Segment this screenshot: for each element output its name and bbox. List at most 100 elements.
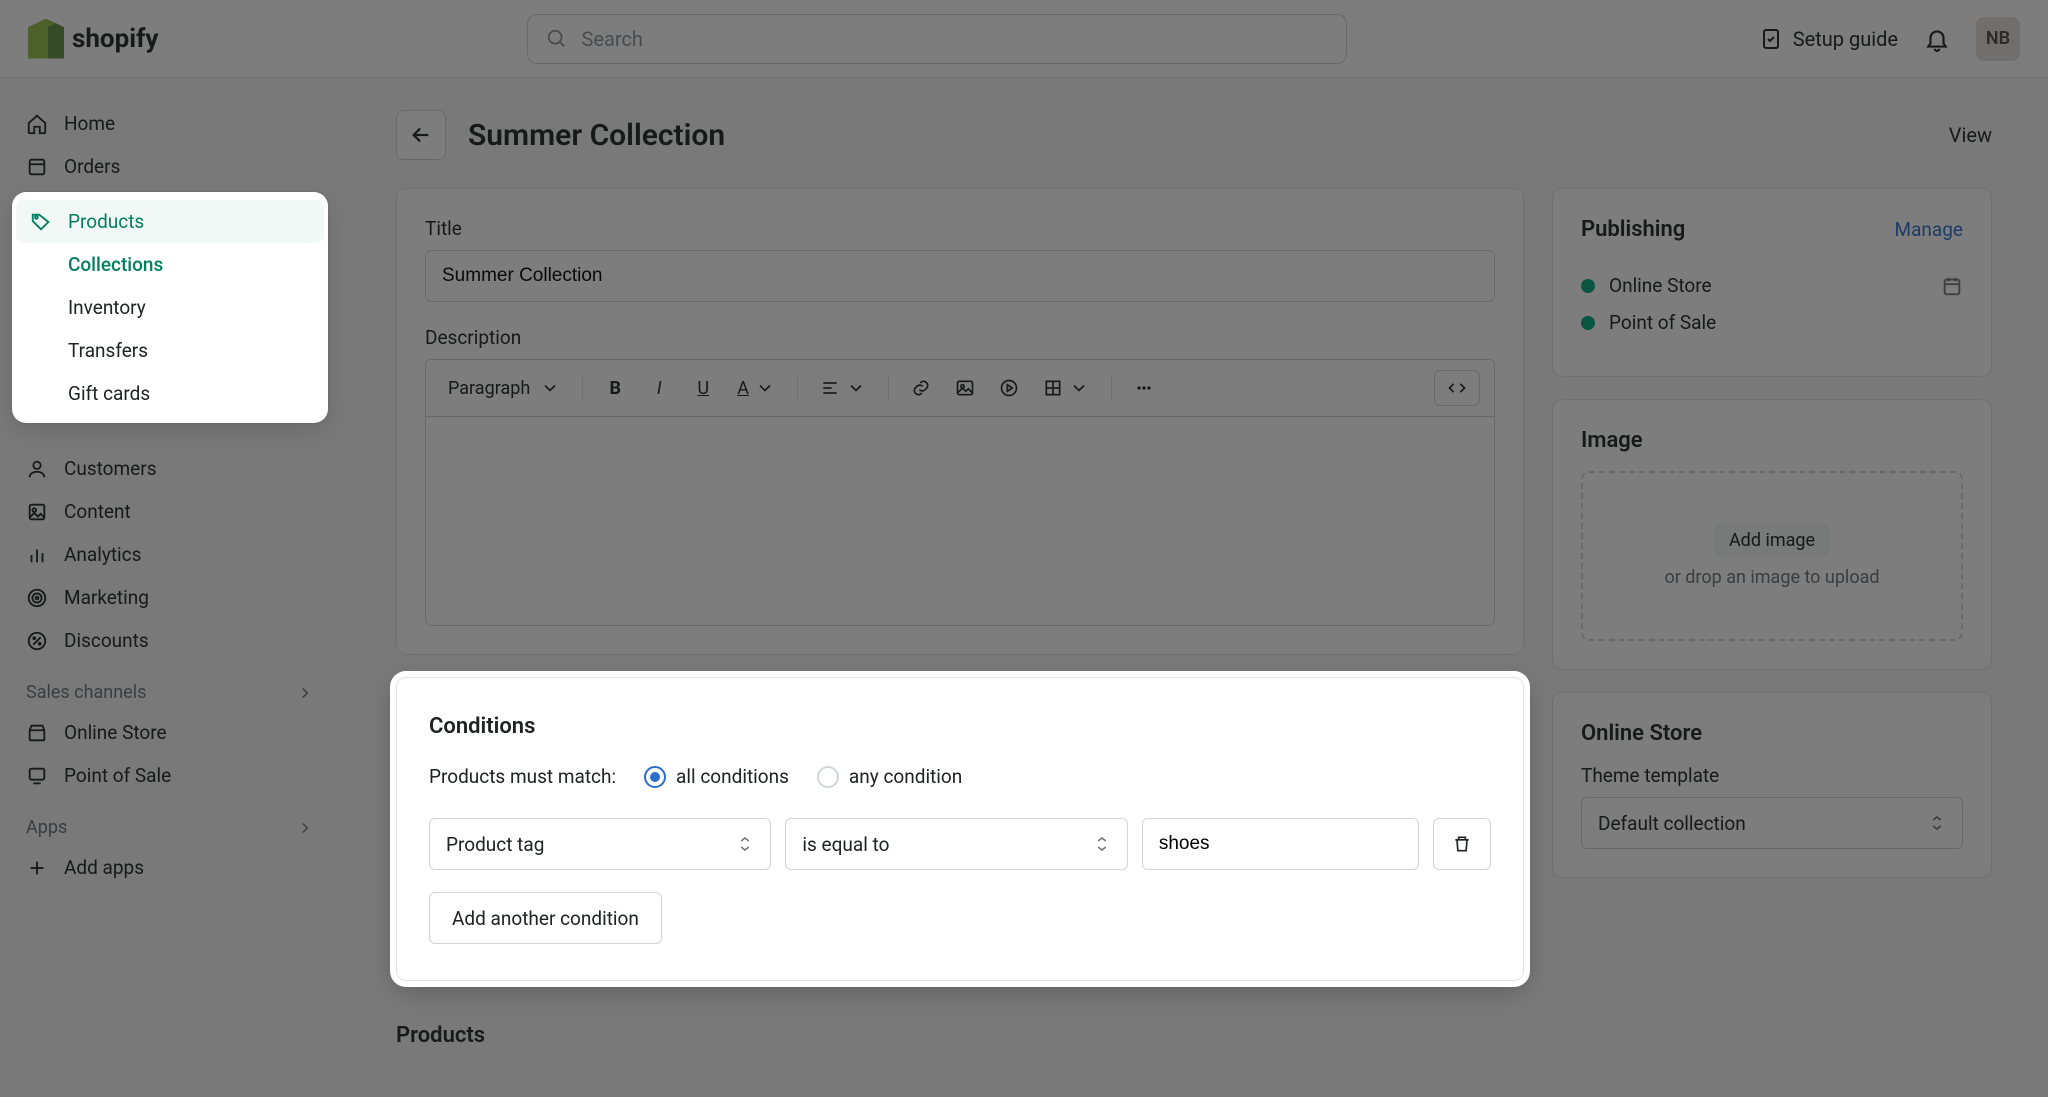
- rte-video[interactable]: [991, 370, 1027, 406]
- rte-italic[interactable]: I: [641, 370, 677, 406]
- condition-rule-row: Product tag is equal to: [429, 818, 1491, 870]
- orders-icon: [26, 156, 48, 178]
- image-dropzone[interactable]: Add image or drop an image to upload: [1581, 471, 1963, 641]
- theme-template-select[interactable]: Default collection: [1581, 797, 1963, 849]
- rte-bold[interactable]: B: [597, 370, 633, 406]
- shopify-logo-icon: [28, 19, 64, 59]
- rte-more[interactable]: [1126, 370, 1162, 406]
- sidebar-item-collections[interactable]: Collections: [16, 243, 324, 286]
- topbar: shopify Search Setup guide NB: [0, 0, 2048, 78]
- manage-link[interactable]: Manage: [1895, 218, 1964, 241]
- separator: [582, 375, 583, 401]
- logo[interactable]: shopify: [28, 19, 159, 59]
- online-store-card: Online Store Theme template Default coll…: [1552, 692, 1992, 878]
- products-section-heading: Products: [396, 1023, 1524, 1048]
- columns: Title Description Paragraph B I U A: [396, 188, 1992, 1048]
- publishing-card: Publishing Manage Online Store Point of …: [1552, 188, 1992, 377]
- description-editor[interactable]: [425, 416, 1495, 626]
- image-drop-hint: or drop an image to upload: [1664, 567, 1879, 588]
- publishing-heading: Publishing: [1581, 217, 1685, 242]
- back-button[interactable]: [396, 110, 446, 160]
- add-image-label: Add image: [1729, 530, 1815, 551]
- sidebar-item-products[interactable]: Products: [16, 200, 324, 243]
- customers-icon: [26, 458, 48, 480]
- add-image-button[interactable]: Add image: [1715, 524, 1829, 557]
- sidebar-item-customers[interactable]: Customers: [12, 447, 328, 490]
- avatar-initials: NB: [1986, 28, 2010, 49]
- rte-underline[interactable]: U: [685, 370, 721, 406]
- sidebar-item-discounts[interactable]: Discounts: [12, 619, 328, 662]
- rte-link[interactable]: [903, 370, 939, 406]
- chevron-down-icon: [1069, 378, 1089, 398]
- marketing-icon: [26, 587, 48, 609]
- sidebar-item-orders[interactable]: Orders: [12, 145, 328, 188]
- rte-image[interactable]: [947, 370, 983, 406]
- sidebar-item-label: Products: [68, 210, 144, 233]
- condition-field-select[interactable]: Product tag: [429, 818, 771, 870]
- italic-icon: I: [657, 378, 662, 399]
- sidebar-item-label: Discounts: [64, 629, 149, 652]
- title-input[interactable]: [425, 250, 1495, 302]
- radio-any-condition[interactable]: any condition: [817, 765, 962, 788]
- clipboard-check-icon: [1759, 27, 1783, 51]
- chevron-down-icon: [846, 378, 866, 398]
- rte-html[interactable]: [1434, 370, 1480, 406]
- rte-table[interactable]: [1035, 370, 1097, 406]
- select-chevron-icon: [1093, 835, 1111, 853]
- setup-guide-label: Setup guide: [1793, 27, 1898, 51]
- publishing-item-label: Point of Sale: [1609, 311, 1716, 334]
- description-label: Description: [425, 326, 1495, 349]
- separator: [1111, 375, 1112, 401]
- sales-channels-label: Sales channels: [26, 682, 146, 703]
- tag-icon: [30, 211, 52, 233]
- radio-all-conditions[interactable]: all conditions: [644, 765, 789, 788]
- radio-all-label: all conditions: [676, 765, 789, 788]
- underline-icon: U: [697, 378, 709, 399]
- conditions-heading: Conditions: [429, 714, 1491, 739]
- condition-operator-select[interactable]: is equal to: [785, 818, 1127, 870]
- table-icon: [1043, 378, 1063, 398]
- avatar[interactable]: NB: [1976, 17, 2020, 61]
- setup-guide-link[interactable]: Setup guide: [1759, 27, 1898, 51]
- sidebar-item-add-apps[interactable]: Add apps: [12, 846, 328, 889]
- sidebar-item-transfers[interactable]: Transfers: [16, 329, 324, 372]
- rte-align[interactable]: [812, 370, 874, 406]
- image-card: Image Add image or drop an image to uplo…: [1552, 399, 1992, 670]
- add-condition-label: Add another condition: [452, 907, 639, 930]
- sidebar-item-online-store[interactable]: Online Store: [12, 711, 328, 754]
- sales-channels-heading[interactable]: Sales channels: [12, 662, 328, 711]
- sidebar-item-gift-cards[interactable]: Gift cards: [16, 372, 324, 415]
- arrow-left-icon: [410, 124, 432, 146]
- sidebar-item-home[interactable]: Home: [12, 102, 328, 145]
- rte-paragraph-select[interactable]: Paragraph: [440, 370, 568, 406]
- rte-color[interactable]: A: [729, 370, 783, 406]
- chevron-right-icon: [296, 684, 314, 702]
- publishing-item-pos: Point of Sale: [1581, 311, 1963, 334]
- discounts-icon: [26, 630, 48, 652]
- image-icon: [955, 378, 975, 398]
- sidebar-item-marketing[interactable]: Marketing: [12, 576, 328, 619]
- sidebar-item-label: Point of Sale: [64, 764, 171, 787]
- sidebar-item-inventory[interactable]: Inventory: [16, 286, 324, 329]
- sidebar-item-point-of-sale[interactable]: Point of Sale: [12, 754, 328, 797]
- view-link[interactable]: View: [1949, 123, 1992, 147]
- main: Summer Collection View Title Description…: [340, 78, 2048, 1097]
- condition-field-value: Product tag: [446, 833, 544, 856]
- home-icon: [26, 113, 48, 135]
- notifications-icon[interactable]: [1924, 26, 1950, 52]
- calendar-icon[interactable]: [1941, 275, 1963, 297]
- apps-heading[interactable]: Apps: [12, 797, 328, 846]
- topbar-right: Setup guide NB: [1759, 17, 2020, 61]
- rte-paragraph-label: Paragraph: [448, 378, 530, 399]
- trash-icon: [1452, 834, 1472, 854]
- add-condition-button[interactable]: Add another condition: [429, 892, 662, 944]
- apps-label: Apps: [26, 817, 67, 838]
- condition-remove-button[interactable]: [1433, 818, 1491, 870]
- condition-value-input[interactable]: [1142, 818, 1419, 870]
- image-heading: Image: [1581, 428, 1963, 453]
- left-column: Title Description Paragraph B I U A: [396, 188, 1524, 1048]
- sidebar-item-analytics[interactable]: Analytics: [12, 533, 328, 576]
- sidebar-item-label: Add apps: [64, 856, 144, 879]
- sidebar-item-content[interactable]: Content: [12, 490, 328, 533]
- search-input[interactable]: Search: [527, 14, 1347, 64]
